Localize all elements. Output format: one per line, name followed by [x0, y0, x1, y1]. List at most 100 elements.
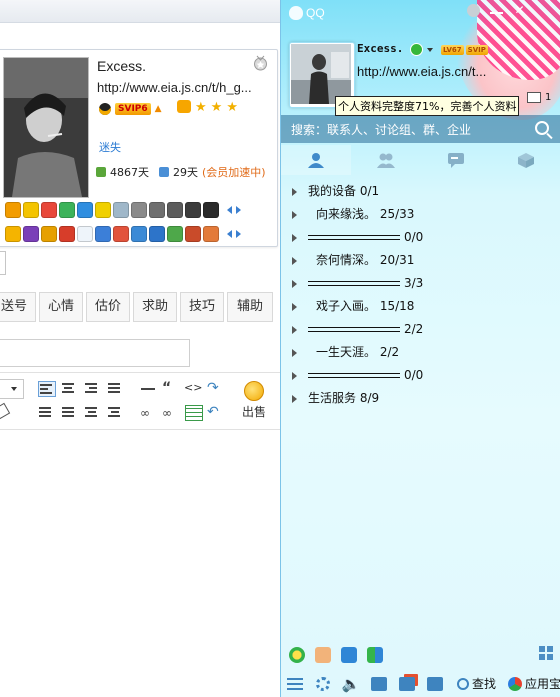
game-icon[interactable]	[23, 226, 39, 242]
contact-group[interactable]: 3/3	[281, 272, 560, 295]
settings-button[interactable]	[309, 670, 337, 697]
next-arrow-icon[interactable]	[236, 230, 241, 238]
expand-arrow-icon[interactable]	[292, 234, 297, 242]
online-status-icon[interactable]	[410, 43, 423, 56]
quote-icon[interactable]: “	[162, 380, 178, 396]
pet-app-icon[interactable]	[315, 647, 331, 663]
close-icon[interactable]: ✕	[513, 4, 526, 17]
main-menu-button[interactable]	[281, 670, 309, 697]
align-left-icon[interactable]	[38, 381, 56, 397]
qq-nickname[interactable]: Excess.	[357, 42, 403, 55]
left-input[interactable]	[0, 251, 6, 275]
music-icon[interactable]	[41, 226, 57, 242]
prev-arrow-icon[interactable]	[227, 230, 232, 238]
expand-arrow-icon[interactable]	[292, 188, 297, 196]
status-dropdown-icon[interactable]	[427, 48, 433, 52]
tab-groups[interactable]	[351, 145, 421, 175]
pet-icon[interactable]	[203, 226, 219, 242]
tab-contacts[interactable]	[281, 145, 351, 175]
qq-mail[interactable]: 1	[527, 92, 551, 103]
eraser-icon[interactable]	[0, 402, 11, 420]
expand-arrow-icon[interactable]	[292, 280, 297, 288]
qq-search-bar[interactable]: 搜索：联系人、讨论组、群、企业	[281, 115, 560, 143]
tab-gujia[interactable]: 估价	[86, 292, 130, 322]
appstore-button[interactable]: 应用宝	[508, 675, 560, 692]
diamond-gold-icon[interactable]	[95, 202, 111, 218]
contact-group[interactable]: 向来缘浅。 25/33	[281, 203, 560, 226]
ordered-list-icon[interactable]	[38, 405, 54, 419]
heart-gray-icon[interactable]	[131, 202, 147, 218]
table-icon[interactable]	[185, 405, 203, 421]
app-manager-icon[interactable]	[539, 646, 553, 660]
prev-arrow-icon[interactable]	[227, 206, 232, 214]
home-icon[interactable]	[131, 226, 147, 242]
sound-button[interactable]: 🔈	[337, 670, 365, 697]
video-icon[interactable]	[95, 226, 111, 242]
cloud-icon[interactable]	[77, 226, 93, 242]
tab-apps[interactable]	[491, 145, 560, 175]
music-app-icon[interactable]	[289, 647, 305, 663]
tab-fuzhu[interactable]: 辅助	[227, 292, 273, 322]
contact-group[interactable]: 2/2	[281, 318, 560, 341]
profile-name[interactable]: Excess.	[97, 58, 146, 74]
align-right-icon[interactable]	[84, 381, 100, 395]
mail-icon[interactable]	[149, 226, 165, 242]
search-icon[interactable]	[535, 121, 549, 135]
book-icon[interactable]	[113, 202, 129, 218]
contact-group[interactable]: 一生天涯。 2/2	[281, 341, 560, 364]
tab-xinqing[interactable]: 心情	[39, 292, 83, 322]
skin-icon[interactable]	[467, 4, 480, 17]
profile-avatar[interactable]	[3, 57, 89, 198]
contact-group[interactable]: 我的设备 0/1	[281, 180, 560, 203]
badge-dark-icon[interactable]	[203, 202, 219, 218]
tab-recent[interactable]	[421, 145, 491, 175]
indent-icon[interactable]	[107, 405, 123, 419]
profile-status[interactable]: 迷失	[99, 139, 121, 155]
link-icon[interactable]: ∞	[140, 406, 156, 420]
star-blue-icon[interactable]	[77, 202, 93, 218]
expand-arrow-icon[interactable]	[292, 303, 297, 311]
contact-group[interactable]: 戏子入画。 15/18	[281, 295, 560, 318]
diamond-red-icon[interactable]	[41, 202, 57, 218]
horizontal-rule-icon[interactable]	[140, 383, 156, 397]
gem-dark-icon[interactable]	[185, 202, 201, 218]
redo-icon[interactable]: ↷	[207, 380, 223, 396]
sell-button[interactable]: 出售	[240, 381, 268, 420]
contact-group[interactable]: 奈何情深。 20/31	[281, 249, 560, 272]
profile-url[interactable]: http://www.eia.js.cn/t/h_g...	[97, 80, 252, 95]
photo-icon[interactable]	[59, 226, 75, 242]
gem-gray-icon[interactable]	[167, 202, 183, 218]
vip-badge[interactable]: SVIP6 ▲	[99, 102, 162, 116]
contact-group[interactable]: 0/0	[281, 364, 560, 387]
unordered-list-icon[interactable]	[61, 405, 77, 419]
heart-dark-icon[interactable]	[149, 202, 165, 218]
tab-qiuzhu[interactable]: 求助	[133, 292, 177, 322]
align-justify-icon[interactable]	[107, 381, 123, 395]
diamond-yellow-icon[interactable]	[23, 202, 39, 218]
expand-arrow-icon[interactable]	[292, 372, 297, 380]
video-app-icon[interactable]	[367, 647, 383, 663]
unlink-icon[interactable]: ∞	[162, 406, 178, 420]
title-input[interactable]	[0, 339, 190, 367]
qq-vip-icon[interactable]	[5, 202, 21, 218]
align-center-icon[interactable]	[61, 381, 77, 395]
contact-group[interactable]: 0/0	[281, 226, 560, 249]
shop-icon[interactable]	[113, 226, 129, 242]
qq-signature[interactable]: http://www.eia.js.cn/t...	[357, 64, 486, 79]
message-manager-button[interactable]	[393, 670, 421, 697]
expand-arrow-icon[interactable]	[292, 349, 297, 357]
tab-jiqiao[interactable]: 技巧	[180, 292, 224, 322]
expand-arrow-icon[interactable]	[292, 257, 297, 265]
contact-group[interactable]: 生活服务 8/9	[281, 387, 560, 410]
expand-arrow-icon[interactable]	[292, 326, 297, 334]
minimize-icon[interactable]	[490, 4, 503, 14]
code-icon[interactable]: <>	[184, 381, 202, 395]
font-size-select[interactable]	[0, 379, 24, 399]
find-button[interactable]: 查找	[457, 675, 496, 692]
undo-icon[interactable]: ↶	[207, 404, 223, 420]
file-button[interactable]	[365, 670, 393, 697]
star-gold-icon[interactable]	[5, 226, 21, 242]
tab-songhao[interactable]: 送号	[0, 292, 36, 322]
diamond-green-icon[interactable]	[59, 202, 75, 218]
weiyun-icon[interactable]	[341, 647, 357, 663]
